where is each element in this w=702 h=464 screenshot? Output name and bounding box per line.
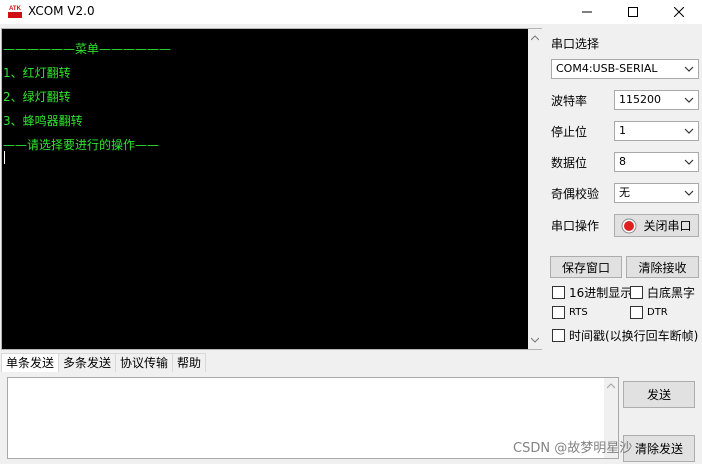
parity-label: 奇偶校验 [551, 187, 600, 201]
checkbox-box [630, 306, 643, 319]
terminal-line: 3、蜂鸣器翻转 [3, 114, 83, 128]
checkbox-box [630, 286, 643, 299]
xcom-window: ATK XCOM V2.0 ——————菜单—————— 1、红灯翻转 2、绿灯… [0, 0, 702, 464]
port-status-indicator-icon [621, 218, 637, 233]
atk-logo-icon: ATK [7, 3, 23, 19]
receive-area[interactable]: ——————菜单—————— 1、红灯翻转 2、绿灯翻转 3、蜂鸣器翻转 ——请… [1, 28, 542, 350]
scroll-down-icon[interactable] [528, 333, 542, 347]
white-bg-label: 白底黑字 [647, 286, 696, 300]
databits-label: 数据位 [551, 156, 588, 170]
checkbox-box [552, 329, 565, 342]
send-button[interactable]: 发送 [623, 381, 695, 408]
terminal-line: ——————菜单—————— [3, 42, 172, 56]
maximize-icon [628, 7, 638, 17]
databits-select[interactable]: 8 [614, 152, 699, 172]
dtr-label: DTR [647, 307, 668, 318]
timestamp-label: 时间戳(以换行回车断帧) [569, 329, 699, 343]
operation-label: 串口操作 [551, 219, 600, 233]
send-scrollbar[interactable] [604, 378, 618, 458]
svg-text:ATK: ATK [9, 6, 22, 12]
chevron-down-icon [684, 66, 694, 72]
parity-select-value: 无 [619, 186, 630, 199]
close-port-label: 关闭串口 [643, 219, 692, 233]
terminal-line: ——请选择要进行的操作—— [3, 138, 160, 152]
hex-display-label: 16进制显示 [569, 286, 633, 300]
port-select-value: COM4:USB-SERIAL [556, 62, 658, 75]
white-bg-checkbox[interactable]: 白底黑字 [630, 284, 695, 301]
tab-multi-send[interactable]: 多条发送 [59, 353, 117, 372]
terminal-line: 2、绿灯翻转 [3, 90, 71, 104]
minimize-button[interactable] [564, 0, 610, 24]
window-title: XCOM V2.0 [28, 4, 95, 18]
stopbits-select-value: 1 [619, 124, 626, 137]
hex-display-checkbox[interactable]: 16进制显示 [552, 284, 632, 301]
tab-protocol[interactable]: 协议传输 [116, 353, 174, 372]
databits-select-value: 8 [619, 155, 626, 168]
checkbox-box [552, 306, 565, 319]
baud-label: 波特率 [551, 94, 588, 108]
close-port-button[interactable]: 关闭串口 [614, 214, 699, 237]
send-mode-tabs: 单条发送 多条发送 协议传输 帮助 [1, 353, 207, 372]
clear-receive-button[interactable]: 清除接收 [626, 256, 699, 278]
close-icon [674, 7, 684, 17]
close-button[interactable] [656, 0, 702, 24]
send-input[interactable] [7, 377, 619, 459]
port-select[interactable]: COM4:USB-SERIAL [551, 59, 699, 79]
tab-single-send[interactable]: 单条发送 [1, 353, 60, 372]
baud-select-value: 115200 [619, 93, 661, 106]
terminal-output[interactable]: ——————菜单—————— 1、红灯翻转 2、绿灯翻转 3、蜂鸣器翻转 ——请… [2, 29, 528, 349]
chevron-down-icon [684, 159, 694, 165]
baud-select[interactable]: 115200 [614, 90, 699, 110]
title-bar: ATK XCOM V2.0 [0, 0, 702, 24]
scroll-up-icon[interactable] [528, 31, 542, 45]
chevron-down-icon [684, 128, 694, 134]
port-select-label: 串口选择 [551, 37, 600, 51]
stopbits-select[interactable]: 1 [614, 121, 699, 141]
chevron-down-icon [684, 97, 694, 103]
clear-send-button[interactable]: 清除发送 [623, 435, 695, 462]
minimize-icon [582, 11, 592, 13]
dtr-checkbox[interactable]: DTR [630, 306, 668, 319]
receive-scrollbar[interactable] [528, 29, 542, 349]
maximize-button[interactable] [610, 0, 656, 24]
checkbox-box [552, 286, 565, 299]
timestamp-checkbox[interactable]: 时间戳(以换行回车断帧) [552, 327, 698, 344]
tab-help[interactable]: 帮助 [173, 353, 207, 372]
rts-checkbox[interactable]: RTS [552, 306, 588, 319]
scroll-up-icon[interactable] [607, 383, 615, 389]
stopbits-label: 停止位 [551, 125, 588, 139]
rts-label: RTS [569, 307, 588, 318]
save-window-button[interactable]: 保存窗口 [550, 256, 622, 278]
text-cursor [4, 151, 5, 164]
terminal-line: 1、红灯翻转 [3, 66, 71, 80]
parity-select[interactable]: 无 [614, 183, 699, 203]
chevron-down-icon [684, 190, 694, 196]
